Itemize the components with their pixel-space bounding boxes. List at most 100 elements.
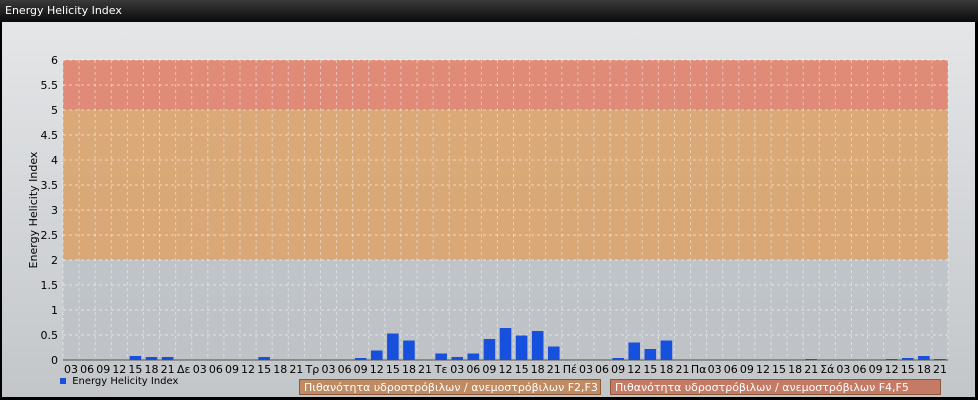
x-tick-label: 09 [611, 363, 625, 376]
bar [65, 359, 77, 360]
x-tick-label: 12 [499, 363, 513, 376]
chart-window: Energy Helicity Index 0 0.5 1 1.5 2 2.5 3 3.5 4 4… [0, 0, 978, 400]
x-tick-label: 06 [338, 363, 352, 376]
x-tick-label: 12 [370, 363, 384, 376]
bar [901, 358, 914, 360]
bar [660, 340, 673, 360]
x-tick-label: 12 [112, 363, 126, 376]
bar [113, 359, 126, 360]
bar [226, 359, 238, 360]
x-tick-label: 18 [145, 363, 159, 376]
bar [515, 335, 528, 360]
bar [419, 359, 431, 360]
y-tick-label: 0.5 [41, 329, 59, 342]
x-tick-label: Πα [691, 363, 707, 376]
y-tick-labels: 0 0.5 1 1.5 2 2.5 3 3.5 4 4.5 5 5.5 6 [41, 54, 59, 367]
bar [387, 333, 399, 360]
bar [805, 359, 818, 360]
y-tick-label: 5 [51, 104, 58, 117]
bar [177, 359, 190, 360]
x-tick-label: 03 [836, 363, 850, 376]
x-tick-label: 15 [772, 363, 786, 376]
y-tick-label: 4.5 [41, 129, 59, 142]
x-tick-label: 09 [225, 363, 239, 376]
y-tick-label: 4 [51, 154, 58, 167]
x-tick-labels: 03 06 09 12 15 18 21 Δε 03 06 09 12 15 18 21 Τρ 03 06 09 12… [64, 363, 947, 376]
bar [612, 358, 624, 360]
bar [274, 359, 287, 360]
bar [628, 342, 641, 360]
x-tick-label: 15 [128, 363, 142, 376]
legend-band-f4f5: Πιθανότητα υδροστρόβιλων / ανεμοστρόβιλω… [610, 379, 941, 395]
bar [564, 359, 576, 360]
x-tick-label: 18 [273, 363, 287, 376]
chart-svg: 00.511.522.533.544.555.56 03 06 09 12 15 18 21… [27, 54, 949, 376]
x-tick-label: 06 [466, 363, 480, 376]
x-tick-label: 12 [627, 363, 641, 376]
x-tick-label: 03 [64, 363, 78, 376]
x-tick-label: 06 [595, 363, 609, 376]
bar [885, 359, 898, 360]
bar [580, 359, 592, 360]
bar [258, 357, 270, 360]
bar [81, 359, 93, 360]
x-tick-label: 09 [740, 363, 754, 376]
y-tick-label: 3 [51, 204, 58, 217]
x-tick-label: 06 [209, 363, 223, 376]
x-tick-label: 03 [450, 363, 464, 376]
x-tick-label: 21 [161, 363, 175, 376]
bar [499, 328, 512, 360]
bar [773, 359, 785, 360]
x-tick-label: 15 [386, 363, 400, 376]
y-tick-label: 1.5 [41, 279, 59, 292]
x-tick-label: 03 [193, 363, 207, 376]
bar [724, 359, 737, 360]
bar [918, 356, 930, 360]
x-tick-label: 12 [756, 363, 770, 376]
x-tick-label: 12 [241, 363, 255, 376]
bar [596, 359, 608, 360]
bar [290, 359, 303, 360]
bar [676, 359, 689, 360]
x-tick-label: 09 [354, 363, 368, 376]
bar [210, 359, 222, 360]
x-tick-label: 03 [579, 363, 593, 376]
bar [193, 359, 206, 360]
bar [370, 350, 383, 360]
x-tick-label: 06 [80, 363, 94, 376]
bar [451, 357, 464, 360]
x-tick-label: 15 [257, 363, 271, 376]
bar [757, 359, 769, 360]
y-tick-label: 2 [51, 254, 58, 267]
x-tick-label: 21 [804, 363, 818, 376]
y-axis-label: Energy Helicity Index [27, 151, 40, 268]
legend-series-swatch [60, 378, 66, 384]
bar [869, 359, 882, 360]
x-tick-label: 21 [933, 363, 947, 376]
bar [483, 339, 496, 360]
x-tick-label: 21 [676, 363, 690, 376]
legend-series: Energy Helicity Index [60, 376, 178, 392]
x-tick-label: 21 [547, 363, 561, 376]
bar [97, 359, 110, 360]
x-tick-label: 03 [322, 363, 336, 376]
bar [708, 359, 721, 360]
bar [242, 359, 254, 360]
bar [354, 358, 367, 360]
x-tick-label: Δε [177, 363, 191, 376]
bar [338, 359, 351, 360]
y-tick-label: 3.5 [41, 179, 59, 192]
x-tick-label: 18 [402, 363, 416, 376]
bar [741, 359, 753, 360]
x-tick-label: 18 [659, 363, 673, 376]
legend-band-f2f3: Πιθανότητα υδροστρόβιλων / ανεμοστρόβιλω… [299, 379, 601, 395]
x-tick-label: Πέ [563, 363, 577, 376]
x-tick-label: 18 [788, 363, 802, 376]
x-tick-label: 18 [917, 363, 931, 376]
bar [403, 340, 415, 360]
bar [531, 331, 544, 360]
x-tick-label: 09 [482, 363, 496, 376]
x-tick-label: 21 [289, 363, 303, 376]
bar [853, 359, 866, 360]
x-tick-label: 15 [901, 363, 915, 376]
